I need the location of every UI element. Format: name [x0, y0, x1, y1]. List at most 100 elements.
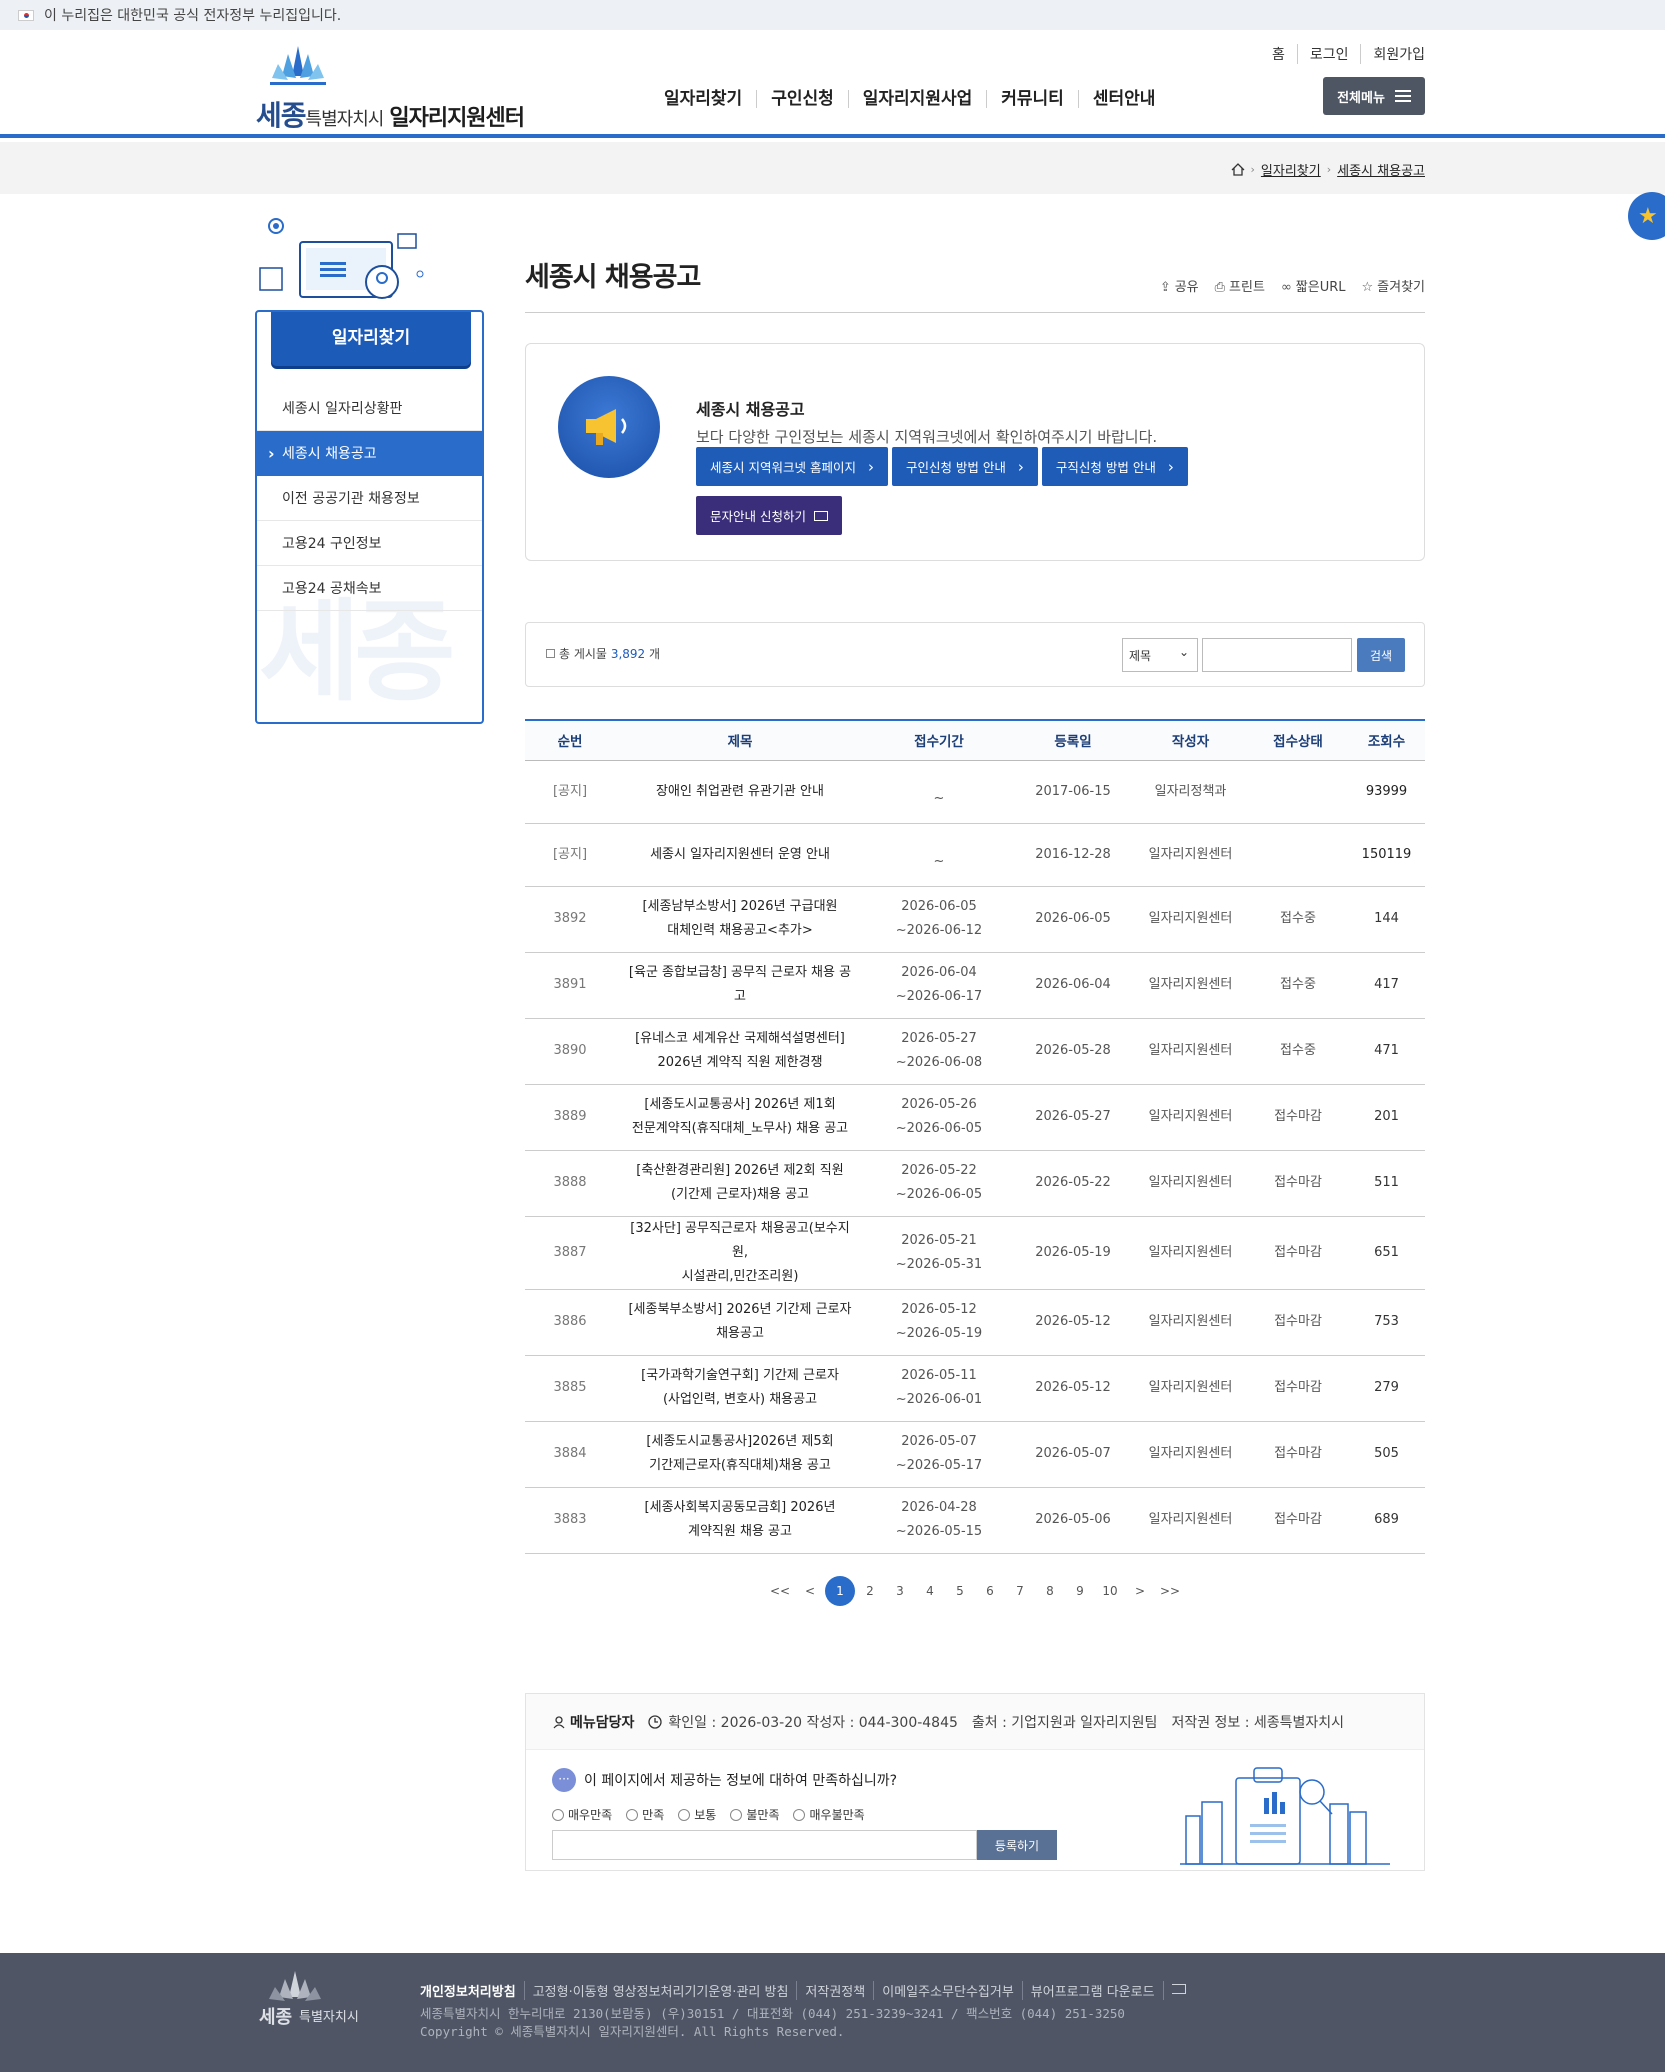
breadcrumb-item[interactable]: 세종시 채용공고	[1337, 160, 1425, 179]
page-number[interactable]: 8	[1035, 1576, 1065, 1606]
search-button[interactable]: 검색	[1357, 638, 1405, 672]
row-title-line[interactable]: [세종북부소방서] 2026년 기간제 근로자	[623, 1298, 857, 1322]
row-title-line[interactable]: [세종도시교통공사] 2026년 제1회	[623, 1093, 857, 1117]
table-row[interactable]: 3886 [세종북부소방서] 2026년 기간제 근로자 채용공고 2026-05-1…	[525, 1289, 1425, 1356]
search-input[interactable]	[1202, 638, 1352, 672]
table-row[interactable]: 3887 [32사단] 공무직근로자 채용공고(보수지원, 시설관리,민간조리원) 2…	[525, 1216, 1425, 1290]
row-title[interactable]: [32사단] 공무직근로자 채용공고(보수지원, 시설관리,민간조리원)	[615, 1216, 865, 1290]
nav-center-info[interactable]: 센터안내	[1077, 90, 1170, 108]
page-number[interactable]: 2	[855, 1576, 885, 1606]
footer-copyright-link[interactable]: 저작권정책	[796, 1981, 873, 2000]
recruit-guide-button[interactable]: 구인신청 방법 안내 ›	[891, 447, 1038, 486]
table-row[interactable]: 3885 [국가과학기술연구회] 기간제 근로자 (사업인력, 변호사) 채용공고 2…	[525, 1355, 1425, 1422]
short-url-button[interactable]: ∞ 짧은URL	[1281, 276, 1346, 295]
row-title[interactable]: [육군 종합보급창] 공무직 근로자 채용 공고	[615, 952, 865, 1019]
radio-icon[interactable]	[678, 1809, 691, 1821]
row-title-line[interactable]: [축산환경관리원] 2026년 제2회 직원	[623, 1159, 857, 1183]
row-title-line[interactable]: [유네스코 세계유산 국제해석설명센터]	[623, 1027, 857, 1051]
table-row[interactable]: 3890 [유네스코 세계유산 국제해석설명센터] 2026년 계약직 직원 제한경…	[525, 1018, 1425, 1085]
row-title-line[interactable]: (사업인력, 변호사) 채용공고	[623, 1388, 857, 1412]
page-number[interactable]: 3	[885, 1576, 915, 1606]
survey-option[interactable]: 매우불만족	[793, 1806, 865, 1823]
favorite-float-button[interactable]: ★	[1628, 192, 1665, 240]
breadcrumb-item[interactable]: 일자리찾기	[1261, 160, 1321, 179]
row-title-line[interactable]: 전문계약직(휴직대체_노무사) 채용 공고	[623, 1117, 857, 1141]
page-nav-button[interactable]: <	[795, 1576, 825, 1606]
side-item-recruit-notice[interactable]: 세종시 채용공고	[257, 431, 482, 476]
page-number[interactable]: 5	[945, 1576, 975, 1606]
row-title[interactable]: [축산환경관리원] 2026년 제2회 직원 (기간제 근로자)채용 공고	[615, 1150, 865, 1217]
row-title-line[interactable]: [32사단] 공무직근로자 채용공고(보수지원,	[623, 1217, 857, 1265]
sms-subscribe-button[interactable]: 문자안내 신청하기	[696, 496, 842, 535]
footer-privacy-link[interactable]: 개인정보처리방침	[420, 1981, 524, 2000]
worknet-home-button[interactable]: 세종시 지역워크넷 홈페이지 ›	[696, 447, 888, 486]
radio-icon[interactable]	[730, 1809, 743, 1821]
row-title[interactable]: 장애인 취업관련 유관기관 안내	[615, 760, 865, 824]
row-title-line[interactable]: 기간제근로자(휴직대체)채용 공고	[623, 1454, 857, 1478]
survey-submit-button[interactable]: 등록하기	[977, 1830, 1057, 1860]
footer-email-link[interactable]: 이메일주소무단수집거부	[873, 1981, 1022, 2000]
table-row[interactable]: 3888 [축산환경관리원] 2026년 제2회 직원 (기간제 근로자)채용 공고…	[525, 1150, 1425, 1217]
row-title[interactable]: [국가과학기술연구회] 기간제 근로자 (사업인력, 변호사) 채용공고	[615, 1355, 865, 1422]
row-title[interactable]: 세종시 일자리지원센터 운영 안내	[615, 823, 865, 887]
page-number[interactable]: 7	[1005, 1576, 1035, 1606]
row-title-line[interactable]: [국가과학기술연구회] 기간제 근로자	[623, 1364, 857, 1388]
row-title-line[interactable]: [세종남부소방서] 2026년 구급대원	[623, 895, 857, 919]
row-title-line[interactable]: [육군 종합보급창] 공무직 근로자 채용 공고	[623, 961, 857, 1009]
util-login-link[interactable]: 로그인	[1296, 44, 1361, 64]
favorite-button[interactable]: ☆ 즐겨찾기	[1362, 276, 1426, 295]
page-number[interactable]: 4	[915, 1576, 945, 1606]
page-nav-button[interactable]: >>	[1155, 1576, 1185, 1606]
row-title-line[interactable]: 시설관리,민간조리원)	[623, 1265, 857, 1289]
util-home-link[interactable]: 홈	[1260, 44, 1297, 64]
side-item-public-institution[interactable]: 이전 공공기관 채용정보	[257, 476, 482, 521]
survey-option[interactable]: 보통	[678, 1806, 716, 1823]
side-item-work24-news[interactable]: 고용24 공채속보	[257, 566, 482, 611]
nav-job-support[interactable]: 일자리지원사업	[847, 90, 986, 108]
jobseek-guide-button[interactable]: 구직신청 방법 안내 ›	[1041, 447, 1188, 486]
site-logo[interactable]: 세종특별자치시 일자리지원센터	[256, 46, 546, 131]
row-title-line[interactable]: 계약직원 채용 공고	[623, 1520, 857, 1544]
nav-recruit-request[interactable]: 구인신청	[756, 90, 848, 108]
page-nav-button[interactable]: >	[1125, 1576, 1155, 1606]
share-button[interactable]: ⇪ 공유	[1160, 276, 1199, 295]
page-number[interactable]: 10	[1095, 1576, 1125, 1606]
row-title-line[interactable]: [세종사회복지공동모금회] 2026년	[623, 1496, 857, 1520]
row-title-line[interactable]: 2026년 계약직 직원 제한경쟁	[623, 1051, 857, 1075]
row-title-line[interactable]: 대체인력 채용공고<추가>	[623, 919, 857, 943]
all-menu-button[interactable]: 전체메뉴	[1323, 77, 1425, 115]
table-row[interactable]: 3884 [세종도시교통공사]2026년 제5회 기간제근로자(휴직대체)채용 공고…	[525, 1421, 1425, 1488]
page-number[interactable]: 6	[975, 1576, 1005, 1606]
row-title-line[interactable]: (기간제 근로자)채용 공고	[623, 1183, 857, 1207]
print-button[interactable]: ⎙ 프린트	[1215, 276, 1265, 295]
row-title-line[interactable]: 채용공고	[623, 1322, 857, 1346]
page-nav-button[interactable]: <<	[765, 1576, 795, 1606]
radio-icon[interactable]	[552, 1809, 564, 1821]
row-title[interactable]: [유네스코 세계유산 국제해석설명센터] 2026년 계약직 직원 제한경쟁	[615, 1018, 865, 1085]
util-join-link[interactable]: 회원가입	[1360, 44, 1425, 64]
row-title[interactable]: [세종북부소방서] 2026년 기간제 근로자 채용공고	[615, 1289, 865, 1356]
nav-community[interactable]: 커뮤니티	[986, 90, 1078, 108]
table-row[interactable]: 3891 [육군 종합보급창] 공무직 근로자 채용 공고 2026-06-04 ~2…	[525, 952, 1425, 1019]
side-item-job-board[interactable]: 세종시 일자리상황판	[257, 386, 482, 431]
home-icon[interactable]	[1231, 163, 1245, 176]
table-row[interactable]: 3889 [세종도시교통공사] 2026년 제1회 전문계약직(휴직대체_노무사) …	[525, 1084, 1425, 1151]
row-title-line[interactable]: 세종시 일자리지원센터 운영 안내	[623, 843, 857, 867]
footer-cctv-link[interactable]: 고정형·이동형 영상정보처리기기운영·관리 방침	[523, 1981, 797, 2000]
page-number[interactable]: 9	[1065, 1576, 1095, 1606]
page-number[interactable]: 1	[825, 1576, 855, 1606]
row-title[interactable]: [세종도시교통공사]2026년 제5회 기간제근로자(휴직대체)채용 공고	[615, 1421, 865, 1488]
search-field-select[interactable]: 제목	[1122, 638, 1198, 672]
table-row[interactable]: [공지] 세종시 일자리지원센터 운영 안내 ~2016-12-28 일자리지원센터 1…	[525, 823, 1425, 887]
radio-icon[interactable]	[626, 1809, 639, 1821]
monitor-icon[interactable]	[1162, 1981, 1194, 2000]
side-item-work24-jobs[interactable]: 고용24 구인정보	[257, 521, 482, 566]
table-row[interactable]: 3892 [세종남부소방서] 2026년 구급대원 대체인력 채용공고<추가> 202…	[525, 886, 1425, 953]
row-title[interactable]: [세종남부소방서] 2026년 구급대원 대체인력 채용공고<추가>	[615, 886, 865, 953]
survey-option[interactable]: 불만족	[730, 1806, 779, 1823]
row-title[interactable]: [세종도시교통공사] 2026년 제1회 전문계약직(휴직대체_노무사) 채용 공…	[615, 1084, 865, 1151]
survey-comment-input[interactable]	[552, 1830, 977, 1860]
survey-option[interactable]: 만족	[626, 1806, 664, 1823]
nav-job-search[interactable]: 일자리찾기	[650, 90, 756, 108]
survey-option[interactable]: 매우만족	[552, 1806, 612, 1823]
